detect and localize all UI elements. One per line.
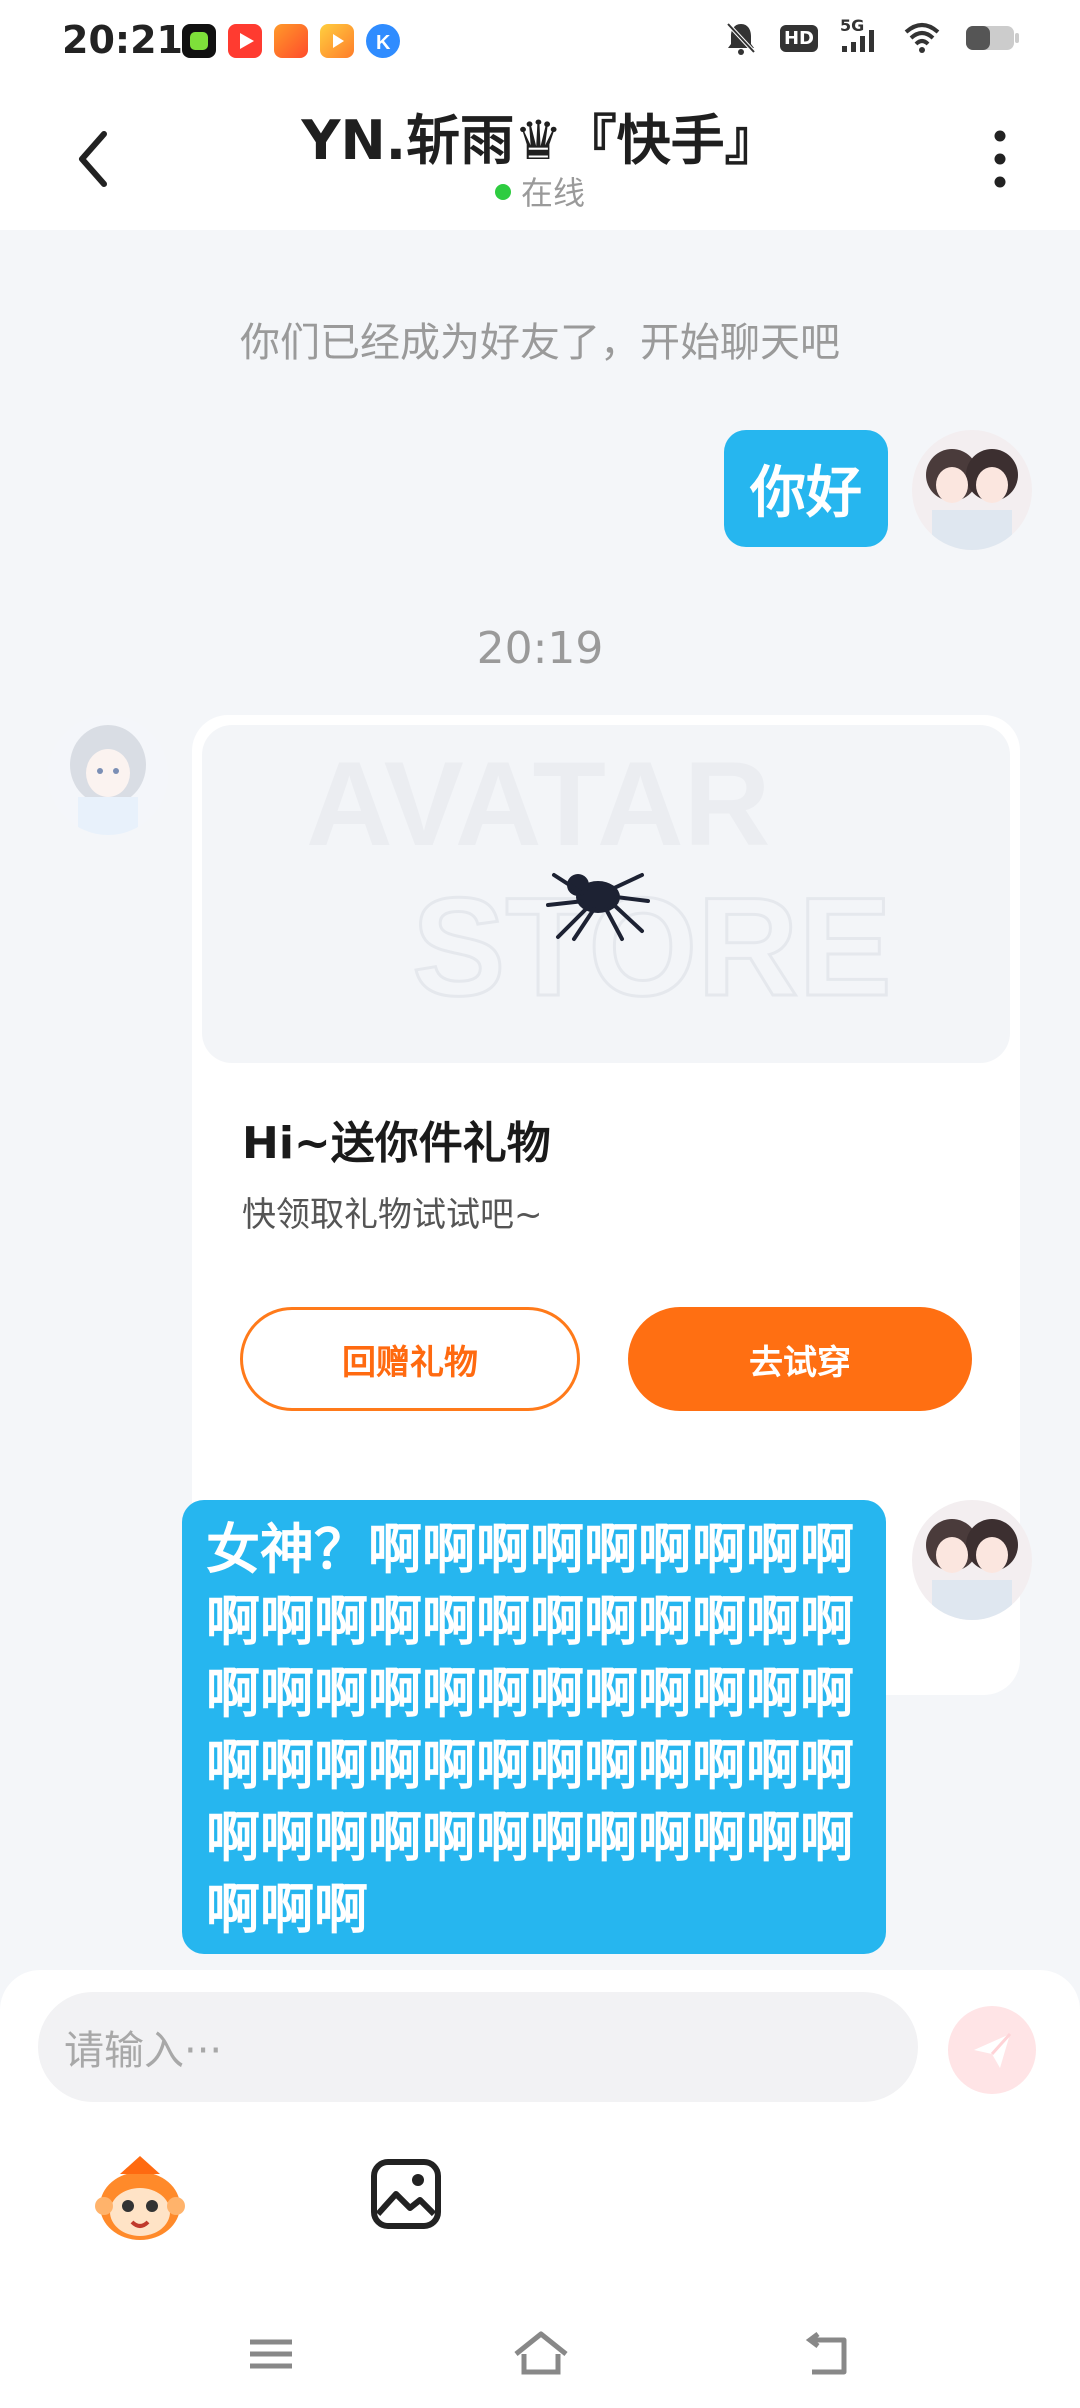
kuaishou-k-icon: K	[366, 24, 400, 58]
status-system-icons: HD 5G	[724, 16, 1020, 56]
my-avatar[interactable]	[912, 1500, 1032, 1620]
chat-message-list[interactable]: 你们已经成为好友了，开始聊天吧 你好 20:19 AVATAR STORE Hi…	[0, 230, 1080, 1970]
presence-status: 在线	[0, 168, 1080, 214]
message-bubble-mine[interactable]: 女神？啊啊啊啊啊啊啊啊啊啊啊啊啊啊啊啊啊啊啊啊啊啊啊啊啊啊啊啊啊啊啊啊啊啊啊啊啊…	[182, 1500, 886, 1954]
return-gift-button[interactable]: 回赠礼物	[240, 1307, 580, 1411]
gift-card-subtitle: 快领取礼物试试吧~	[242, 1195, 543, 1235]
store-app-icon	[320, 24, 354, 58]
nav-home-button[interactable]	[506, 2324, 576, 2384]
send-plane-icon	[974, 2032, 1012, 2068]
status-bar: 20:21 K HD 5G	[0, 0, 1080, 84]
more-vertical-icon	[994, 130, 1006, 188]
nav-menu-button[interactable]	[236, 2324, 306, 2384]
nav-back-button[interactable]	[792, 2324, 862, 2384]
kuaishou-mascot-button[interactable]	[90, 2150, 190, 2250]
battery-icon	[964, 23, 1020, 53]
shopping-app-icon	[274, 24, 308, 58]
wifi-icon	[902, 22, 942, 54]
network-label: 5G	[840, 16, 865, 35]
chat-header: YN.斩雨♛『快手』 在线	[0, 84, 1080, 230]
hd-label: HD	[783, 27, 814, 49]
menu-lines-icon	[250, 2339, 292, 2369]
banner-watermark-line2: STORE	[412, 868, 892, 1025]
message-input-placeholder: 请输入···	[64, 2028, 223, 2074]
contact-avatar[interactable]	[48, 715, 168, 835]
contact-name[interactable]: YN.斩雨♛『快手』	[0, 96, 1080, 175]
image-picker-icon	[371, 2159, 441, 2229]
online-dot-icon	[494, 184, 511, 200]
image-picker-button[interactable]	[368, 2156, 444, 2232]
svg-text:K: K	[376, 32, 391, 54]
video-app-icon	[228, 24, 262, 58]
5g-signal-icon: 5G	[840, 16, 880, 54]
status-app-icons: K	[182, 24, 400, 58]
more-options-button[interactable]	[980, 124, 1020, 194]
back-arrow-icon	[805, 2332, 847, 2375]
my-avatar[interactable]	[912, 430, 1032, 550]
system-note: 你们已经成为好友了，开始聊天吧	[240, 320, 840, 366]
gift-banner[interactable]: AVATAR STORE	[202, 725, 1010, 1063]
gift-card-title: Hi~送你件礼物	[242, 1118, 551, 1169]
try-on-button[interactable]: 去试穿	[628, 1307, 972, 1411]
banner-watermark-line1: AVATAR	[306, 737, 770, 871]
mute-bell-icon	[724, 20, 758, 56]
presence-label: 在线	[520, 174, 585, 212]
message-input[interactable]: 请输入···	[38, 1992, 918, 2102]
notification-app-icon	[182, 24, 216, 58]
status-time: 20:21	[62, 18, 183, 62]
hd-icon: HD	[779, 24, 818, 52]
send-button[interactable]	[948, 2006, 1036, 2094]
home-icon	[514, 2331, 568, 2375]
system-nav-bar	[0, 2300, 1080, 2408]
message-timestamp: 20:19	[476, 623, 604, 674]
message-bubble-mine[interactable]: 你好	[724, 430, 888, 547]
kuaishou-mascot-icon	[95, 2156, 185, 2240]
